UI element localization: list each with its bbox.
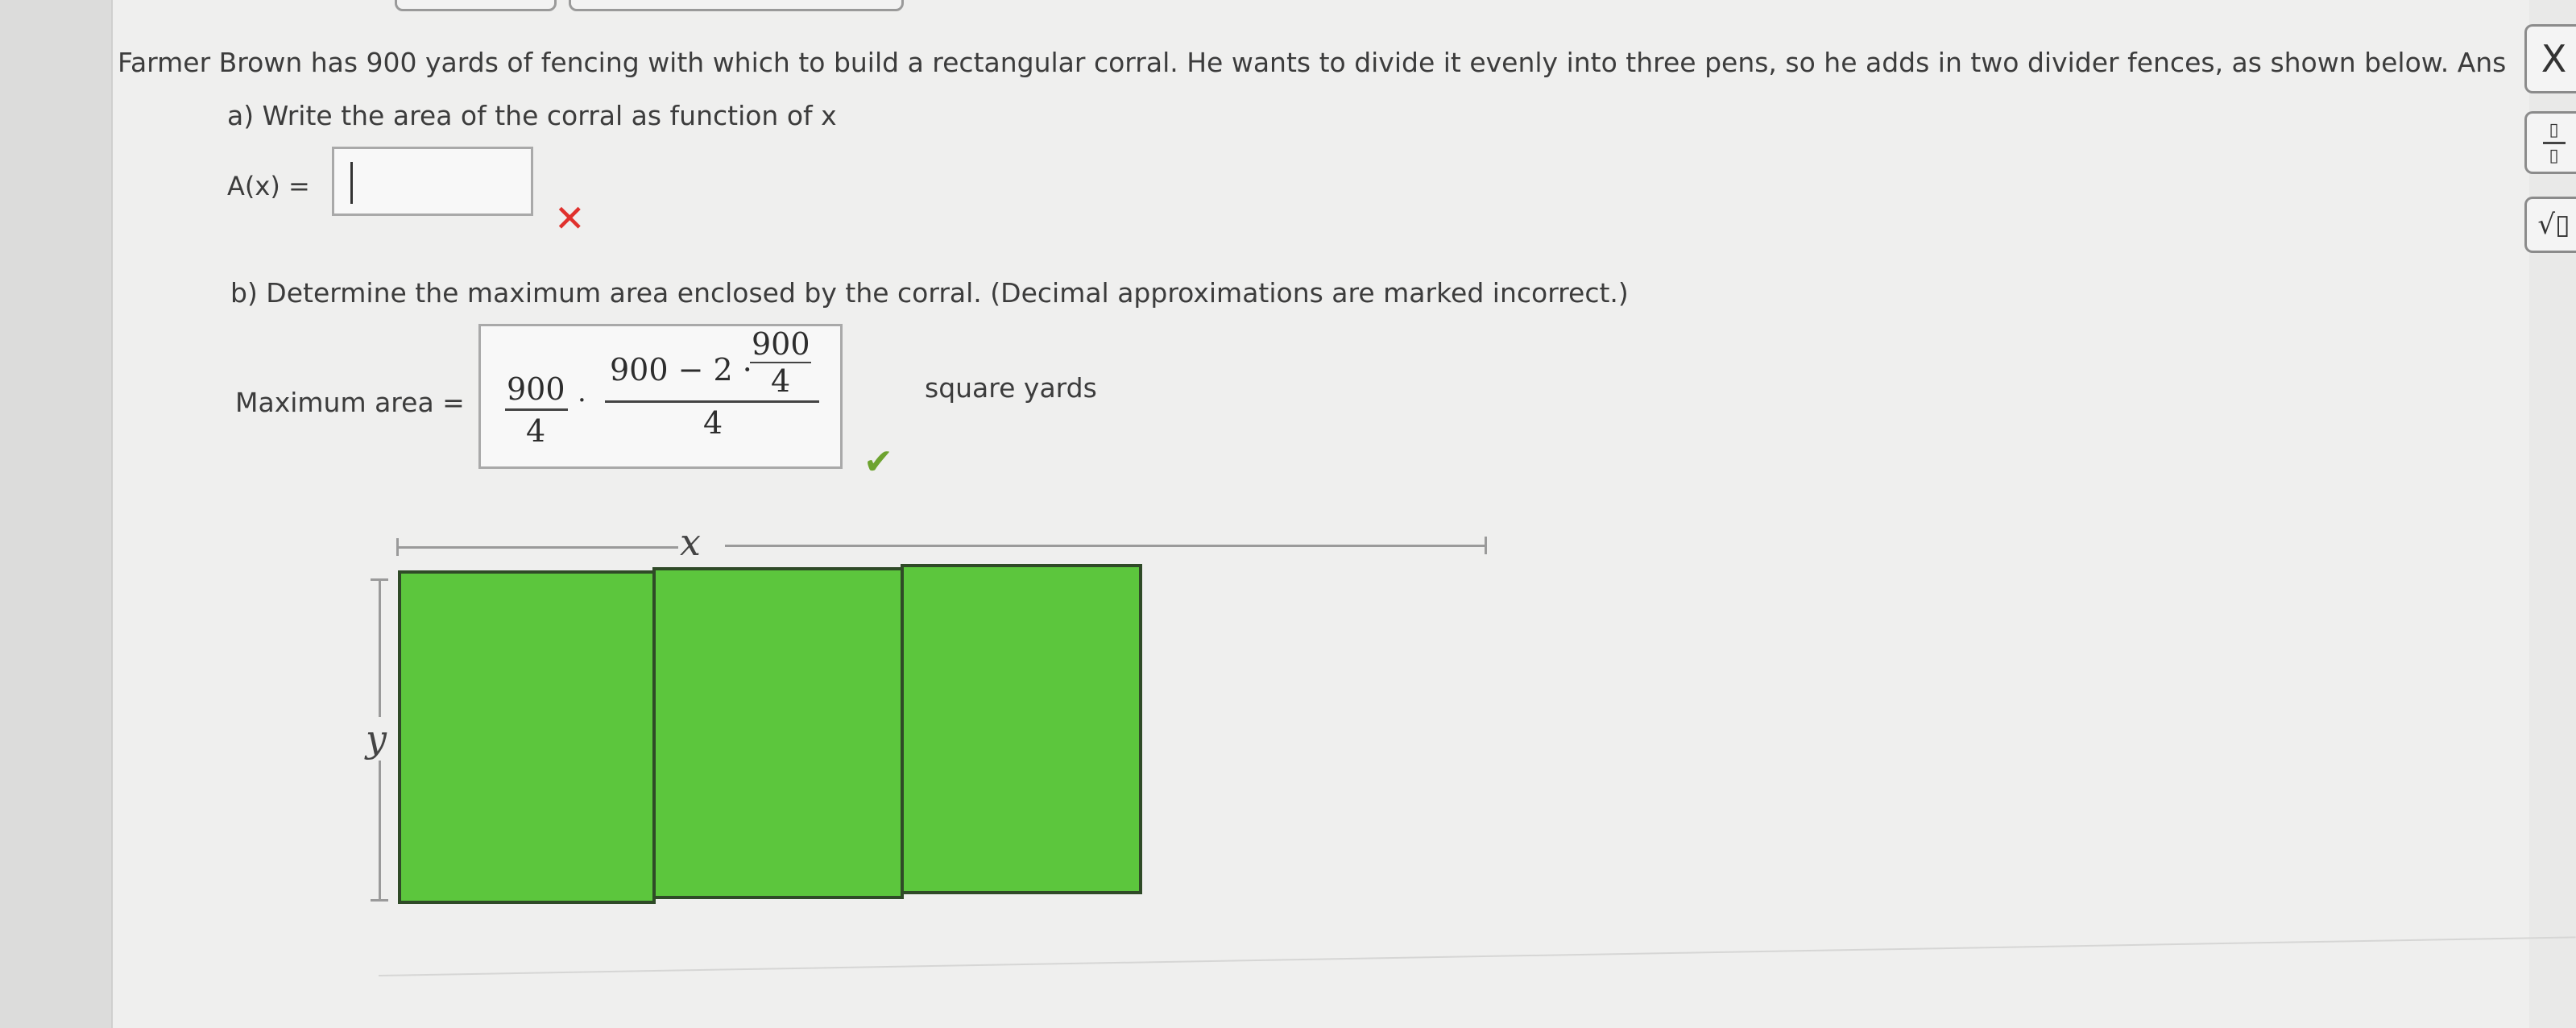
right-denominator: 4 (703, 405, 723, 441)
right-numerator: 900 − 2 · (610, 352, 752, 388)
left-margin (0, 0, 113, 1028)
y-label: y (364, 717, 388, 761)
left-fraction-bar (505, 408, 568, 411)
close-button[interactable]: X (2524, 24, 2576, 93)
red-x-mark-icon: ✕ (554, 197, 586, 240)
left-denominator: 4 (526, 413, 546, 449)
pen-1 (398, 570, 656, 904)
width-dimension-line-right (725, 545, 1486, 547)
left-numerator: 900 (507, 371, 565, 407)
part-a-answer-label: A(x) = (227, 171, 310, 201)
height-tick-top (371, 578, 388, 581)
green-check-mark-icon: ✔ (863, 441, 893, 483)
multiply-dot: · (578, 384, 586, 417)
part-b-prompt: b) Determine the maximum area enclosed b… (230, 277, 1629, 309)
fraction-top-icon: ▯ (2549, 120, 2559, 140)
top-tab-right[interactable] (569, 0, 904, 11)
problem-statement: Farmer Brown has 900 yards of fencing wi… (118, 47, 2507, 78)
inner-denominator: 4 (771, 363, 791, 399)
fraction-bar-icon (2542, 142, 2566, 144)
right-fraction-bar (605, 400, 819, 403)
text-cursor (350, 162, 353, 204)
height-tick-bottom (371, 899, 388, 902)
width-tick-left (396, 538, 399, 556)
maximum-area-label: Maximum area = (235, 387, 465, 418)
part-a-prompt: a) Write the area of the corral as funct… (227, 100, 837, 131)
inner-numerator: 900 (752, 326, 810, 362)
sqrt-button[interactable]: √▯ (2524, 197, 2576, 253)
width-dimension-line-left (396, 546, 678, 549)
pen-2 (652, 567, 904, 899)
area-function-input[interactable] (332, 147, 533, 216)
fraction-button[interactable]: ▯ ▯ (2524, 111, 2576, 174)
x-label: x (680, 520, 701, 564)
width-tick-right (1485, 537, 1487, 554)
top-tab-left[interactable] (395, 0, 557, 11)
units-label: square yards (925, 372, 1097, 404)
pen-3 (901, 564, 1142, 894)
fraction-bottom-icon: ▯ (2549, 146, 2559, 166)
maximum-area-input[interactable]: 900 4 · 900 − 2 · 900 4 4 (478, 324, 843, 469)
